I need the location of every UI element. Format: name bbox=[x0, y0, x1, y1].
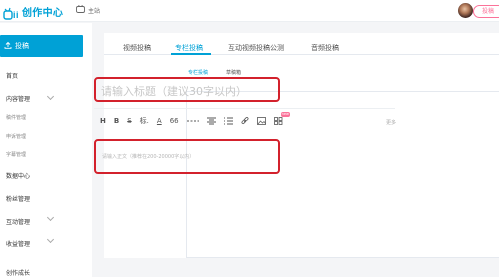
image-icon[interactable] bbox=[256, 117, 266, 125]
title-highlight-box bbox=[94, 77, 280, 102]
title-divider bbox=[94, 108, 395, 109]
chevron-down-icon[interactable] bbox=[46, 213, 55, 222]
sidebar-item-fans[interactable]: 粉丝管理 bbox=[6, 194, 30, 203]
bilibili-logo-icon: i i bbox=[3, 5, 20, 20]
sidebar-item-subtitles[interactable]: 字幕管理 bbox=[6, 151, 26, 158]
contribute-button[interactable]: 投稿 bbox=[473, 5, 499, 18]
active-tab-indicator bbox=[171, 53, 211, 55]
card-icon[interactable]: new bbox=[273, 112, 290, 125]
sidebar: 投稿 首页 内容管理 稿件管理 申诉管理 字幕管理 数据中心 粉丝管理 互动管理… bbox=[0, 23, 92, 277]
chevron-up-icon[interactable] bbox=[46, 92, 55, 101]
content-highlight-box bbox=[94, 139, 280, 174]
more-tools-label[interactable]: 更多 bbox=[386, 119, 396, 126]
sidebar-item-data[interactable]: 数据中心 bbox=[6, 171, 30, 180]
sidebar-item-income[interactable]: 收益管理 bbox=[6, 239, 30, 248]
tab-video[interactable]: 视频投稿 bbox=[123, 43, 151, 53]
sidebar-item-interaction[interactable]: 互动管理 bbox=[6, 217, 30, 226]
upload-icon bbox=[4, 41, 12, 51]
submit-button[interactable]: 投稿 bbox=[0, 35, 83, 57]
sidebar-item-appeals[interactable]: 申诉管理 bbox=[6, 133, 26, 140]
logo[interactable]: i i 创作中心 bbox=[3, 3, 64, 20]
new-badge: new bbox=[280, 112, 290, 117]
heading-button[interactable]: H bbox=[100, 117, 106, 125]
editor-toolbar: H B S 标. A 66 new bbox=[100, 112, 291, 128]
sidebar-item-content[interactable]: 内容管理 bbox=[6, 94, 30, 103]
home-link-label: 主站 bbox=[88, 7, 101, 15]
tab-audio[interactable]: 音频投稿 bbox=[311, 43, 339, 53]
mark-button[interactable]: 标. bbox=[140, 116, 149, 126]
quote-button[interactable]: 66 bbox=[170, 117, 179, 125]
app-title: 创作中心 bbox=[22, 7, 64, 19]
submit-button-label: 投稿 bbox=[15, 42, 29, 50]
sidebar-item-growth[interactable]: 创作成长 bbox=[6, 268, 30, 277]
subtab-article[interactable]: 专栏投稿 bbox=[188, 69, 208, 76]
link-icon[interactable] bbox=[241, 117, 249, 125]
bold-button[interactable]: B bbox=[114, 117, 119, 125]
tv-icon bbox=[76, 4, 85, 15]
strikethrough-button[interactable]: S bbox=[127, 117, 131, 125]
tab-interactive-video[interactable]: 互动视频投稿公测 bbox=[228, 43, 284, 53]
tab-bar: 视频投稿 专栏投稿 互动视频投稿公测 音频投稿 bbox=[104, 33, 499, 55]
align-icon[interactable] bbox=[206, 117, 216, 125]
font-color-button[interactable]: A bbox=[157, 117, 162, 125]
svg-text:i: i bbox=[16, 10, 19, 20]
subtab-drafts[interactable]: 草稿箱 bbox=[226, 69, 241, 76]
list-icon[interactable] bbox=[223, 117, 233, 125]
tab-article[interactable]: 专栏投稿 bbox=[175, 43, 203, 53]
sidebar-item-home[interactable]: 首页 bbox=[6, 71, 18, 80]
sidebar-item-manuscripts[interactable]: 稿件管理 bbox=[6, 114, 26, 121]
top-bar: i i 创作中心 主站 投稿 bbox=[0, 0, 499, 22]
home-link[interactable]: 主站 bbox=[76, 4, 101, 15]
avatar[interactable] bbox=[458, 3, 473, 18]
chevron-down-icon[interactable] bbox=[46, 235, 55, 244]
divider-line-icon[interactable] bbox=[186, 117, 199, 125]
